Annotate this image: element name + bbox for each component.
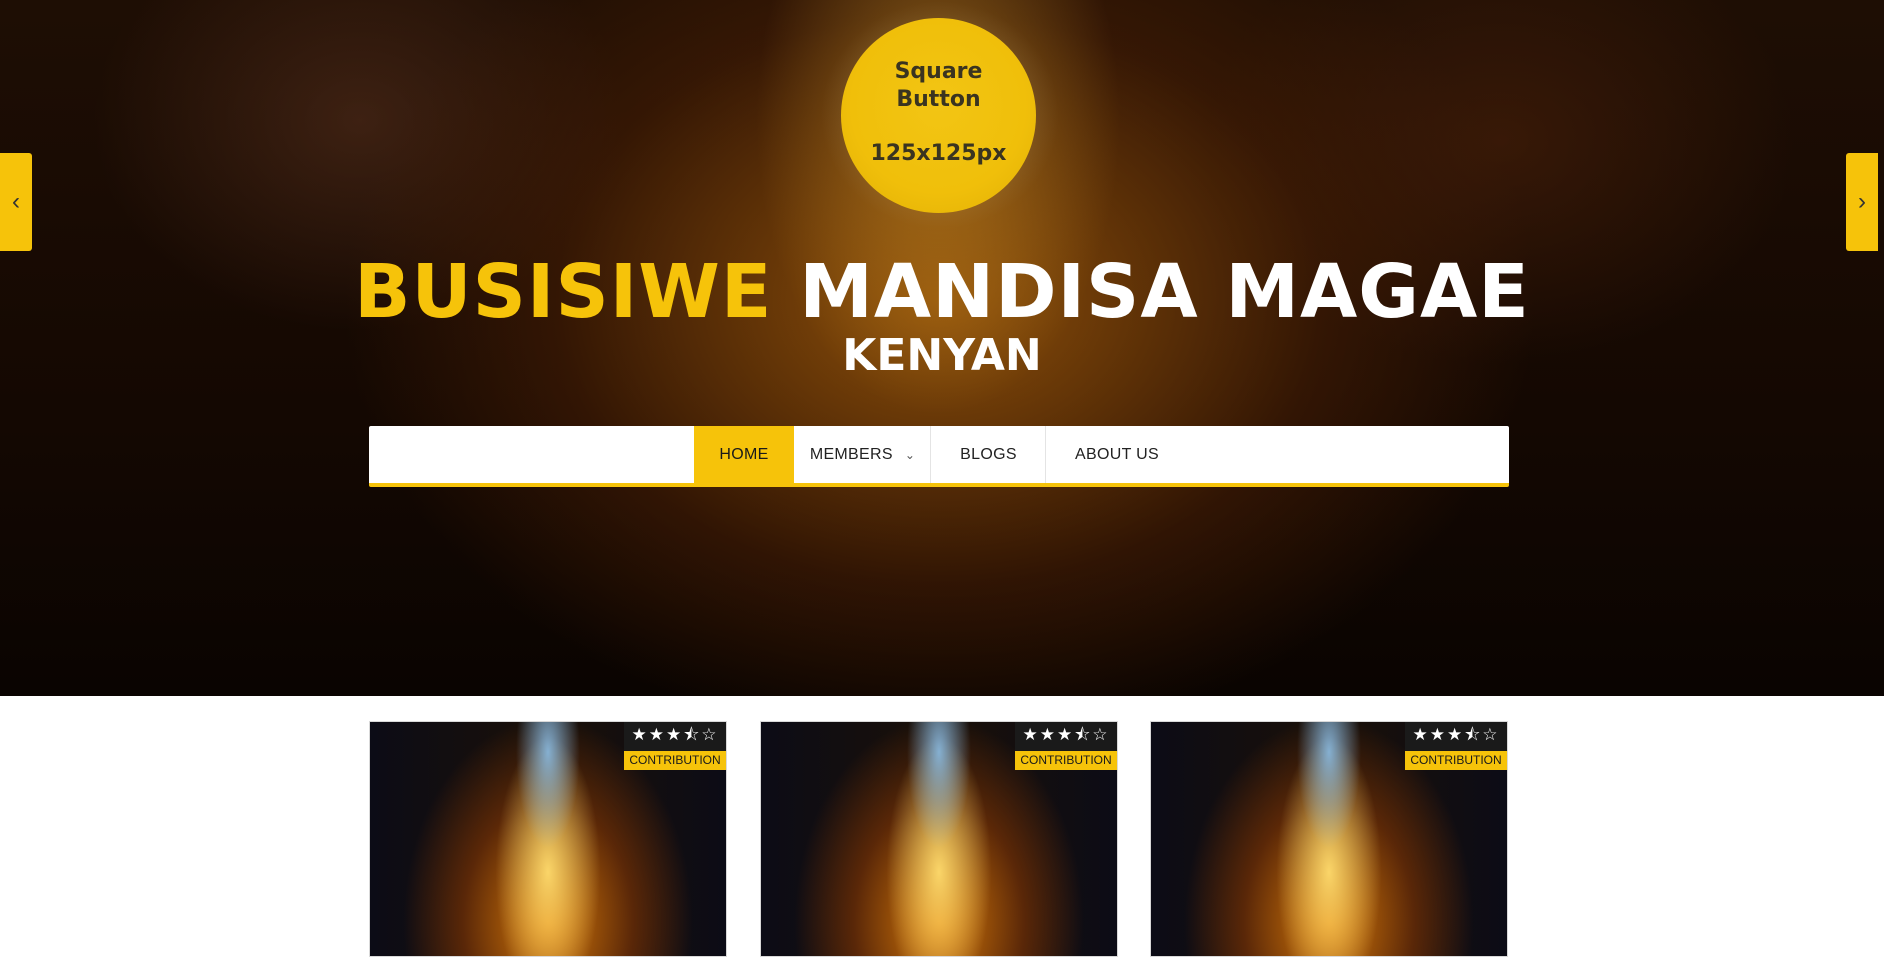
chevron-down-icon: ⌄ <box>904 447 916 462</box>
contribution-card[interactable]: ★★★⯪☆ CONTRIBUTION <box>369 721 727 957</box>
logo-line3: 125x125px <box>870 140 1007 166</box>
nav-item-members[interactable]: MEMBERS ⌄ <box>795 426 931 483</box>
card-tag: CONTRIBUTION <box>1405 751 1507 770</box>
card-badge: ★★★⯪☆ CONTRIBUTION <box>624 722 726 770</box>
page-subtitle: KENYAN <box>842 330 1042 381</box>
contribution-card[interactable]: ★★★⯪☆ CONTRIBUTION <box>1150 721 1508 957</box>
contribution-card[interactable]: ★★★⯪☆ CONTRIBUTION <box>760 721 1118 957</box>
logo[interactable]: Square Button 125x125px <box>841 18 1036 213</box>
nav-item-home[interactable]: HOME <box>694 426 794 483</box>
card-tag: CONTRIBUTION <box>624 751 726 770</box>
card-badge: ★★★⯪☆ CONTRIBUTION <box>1015 722 1117 770</box>
logo-line1: Square <box>894 58 983 84</box>
page-title: BUSISIWE MANDISA MAGAE <box>0 250 1884 334</box>
star-rating: ★★★⯪☆ <box>1405 722 1507 751</box>
card-badge: ★★★⯪☆ CONTRIBUTION <box>1405 722 1507 770</box>
chevron-left-icon: ‹ <box>12 188 20 215</box>
hero-banner: Square Button 125x125px BUSISIWE MANDISA… <box>0 0 1884 696</box>
nav-item-about-us-label: ABOUT US <box>1075 445 1159 463</box>
nav-item-blogs[interactable]: BLOGS <box>932 426 1046 483</box>
nav-item-blogs-label: BLOGS <box>960 445 1017 463</box>
slider-next-button[interactable]: › <box>1846 153 1878 251</box>
chevron-right-icon: › <box>1858 188 1866 215</box>
star-rating: ★★★⯪☆ <box>624 722 726 751</box>
title-last-name: MANDISA MAGAE <box>799 249 1530 335</box>
card-tag: CONTRIBUTION <box>1015 751 1117 770</box>
title-first-name: BUSISIWE <box>354 249 773 335</box>
main-nav: HOME MEMBERS ⌄ BLOGS ABOUT US <box>369 426 1509 487</box>
slider-prev-button[interactable]: ‹ <box>0 153 32 251</box>
nav-item-members-label: MEMBERS <box>809 445 893 463</box>
star-rating: ★★★⯪☆ <box>1015 722 1117 751</box>
logo-line2: Button <box>896 86 981 112</box>
nav-item-about-us[interactable]: ABOUT US <box>1047 426 1187 483</box>
nav-item-home-label: HOME <box>719 445 769 463</box>
